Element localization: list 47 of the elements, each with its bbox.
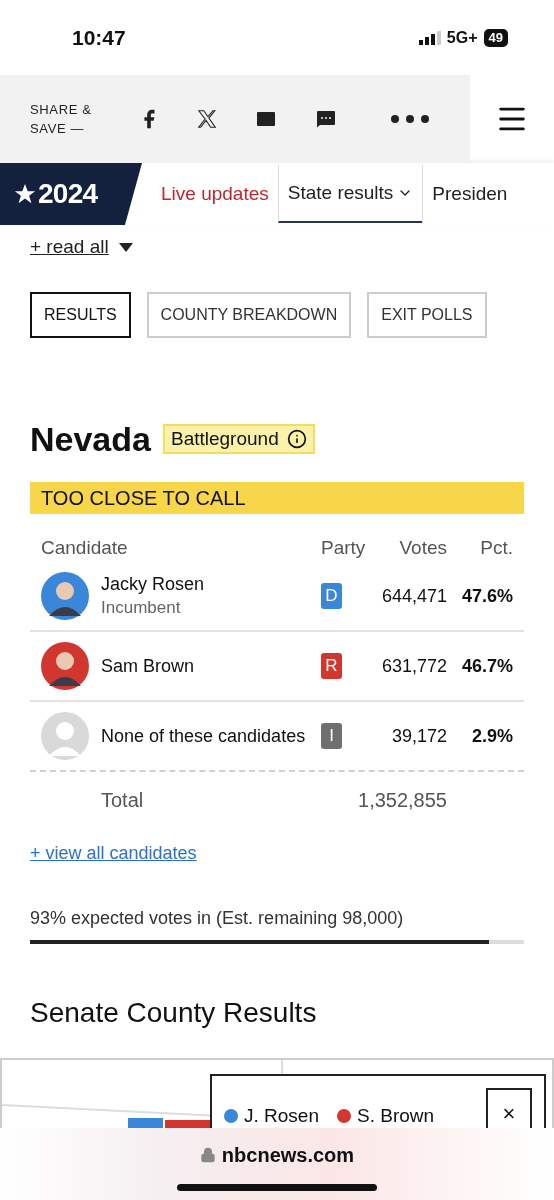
results-tab[interactable]: RESULTS (30, 291, 131, 338)
lock-icon (199, 1147, 216, 1163)
total-label: Total (100, 788, 145, 813)
more-icon[interactable] (390, 114, 430, 124)
legend-label: J. Rosen (244, 1104, 319, 1128)
status-time: 10:47 (72, 24, 126, 51)
nav-tab[interactable]: State results (277, 165, 423, 223)
url-text[interactable]: nbcnews.com (221, 1140, 355, 1170)
column-header: Pct. (479, 535, 513, 560)
signal-icon (418, 30, 441, 45)
battery-indicator: 49 (483, 28, 508, 47)
share-label: SHARE & SAVE — (30, 101, 93, 138)
section-title: Senate County Results (30, 996, 318, 1030)
column-header: Party (321, 535, 367, 560)
race-status-banner: TOO CLOSE TO CALL (30, 481, 524, 514)
expected-votes-text: 93% expected votes in (Est. remaining 98,000) (30, 907, 405, 930)
results-tab[interactable]: EXIT POLLS (367, 291, 487, 338)
vote-percent: 47.6% (460, 584, 513, 608)
vote-count: 39,172 (390, 724, 447, 748)
star-icon (14, 183, 36, 205)
candidate-name: Sam Brown (101, 654, 195, 678)
column-header: Votes (398, 535, 447, 560)
vote-count: 631,772 (380, 654, 447, 678)
column-header: Candidate (41, 535, 129, 560)
nav-tab[interactable]: Presiden (422, 165, 517, 223)
info-icon[interactable] (286, 429, 307, 449)
logo-year: 2024 (38, 177, 98, 211)
battleground-badge: Battleground (162, 424, 315, 454)
total-votes: 1,352,855 (357, 788, 447, 813)
legend-label: S. Brown (357, 1104, 435, 1128)
party-badge: R (321, 653, 342, 679)
candidate-name: Jacky Rosen (101, 573, 205, 596)
results-tab[interactable]: COUNTY BREAKDOWN (146, 291, 352, 338)
candidate-name: None of these candidates (101, 724, 306, 748)
vote-percent: 46.7% (460, 654, 513, 678)
state-title: Nevada (30, 418, 151, 460)
view-all-link[interactable]: + view all candidates (30, 840, 524, 867)
network-label: 5G+ (446, 27, 478, 48)
dropdown-icon (118, 242, 133, 252)
nav-tab[interactable]: Live updates (152, 165, 278, 223)
vote-count: 644,471 (380, 584, 447, 608)
x-icon[interactable] (196, 108, 218, 130)
party-badge: D (321, 583, 342, 609)
candidate-note: Incumbent (101, 597, 182, 619)
read-all-link[interactable]: + read all (30, 233, 109, 262)
vote-percent: 2.9% (470, 724, 513, 748)
party-badge: I (321, 723, 342, 749)
